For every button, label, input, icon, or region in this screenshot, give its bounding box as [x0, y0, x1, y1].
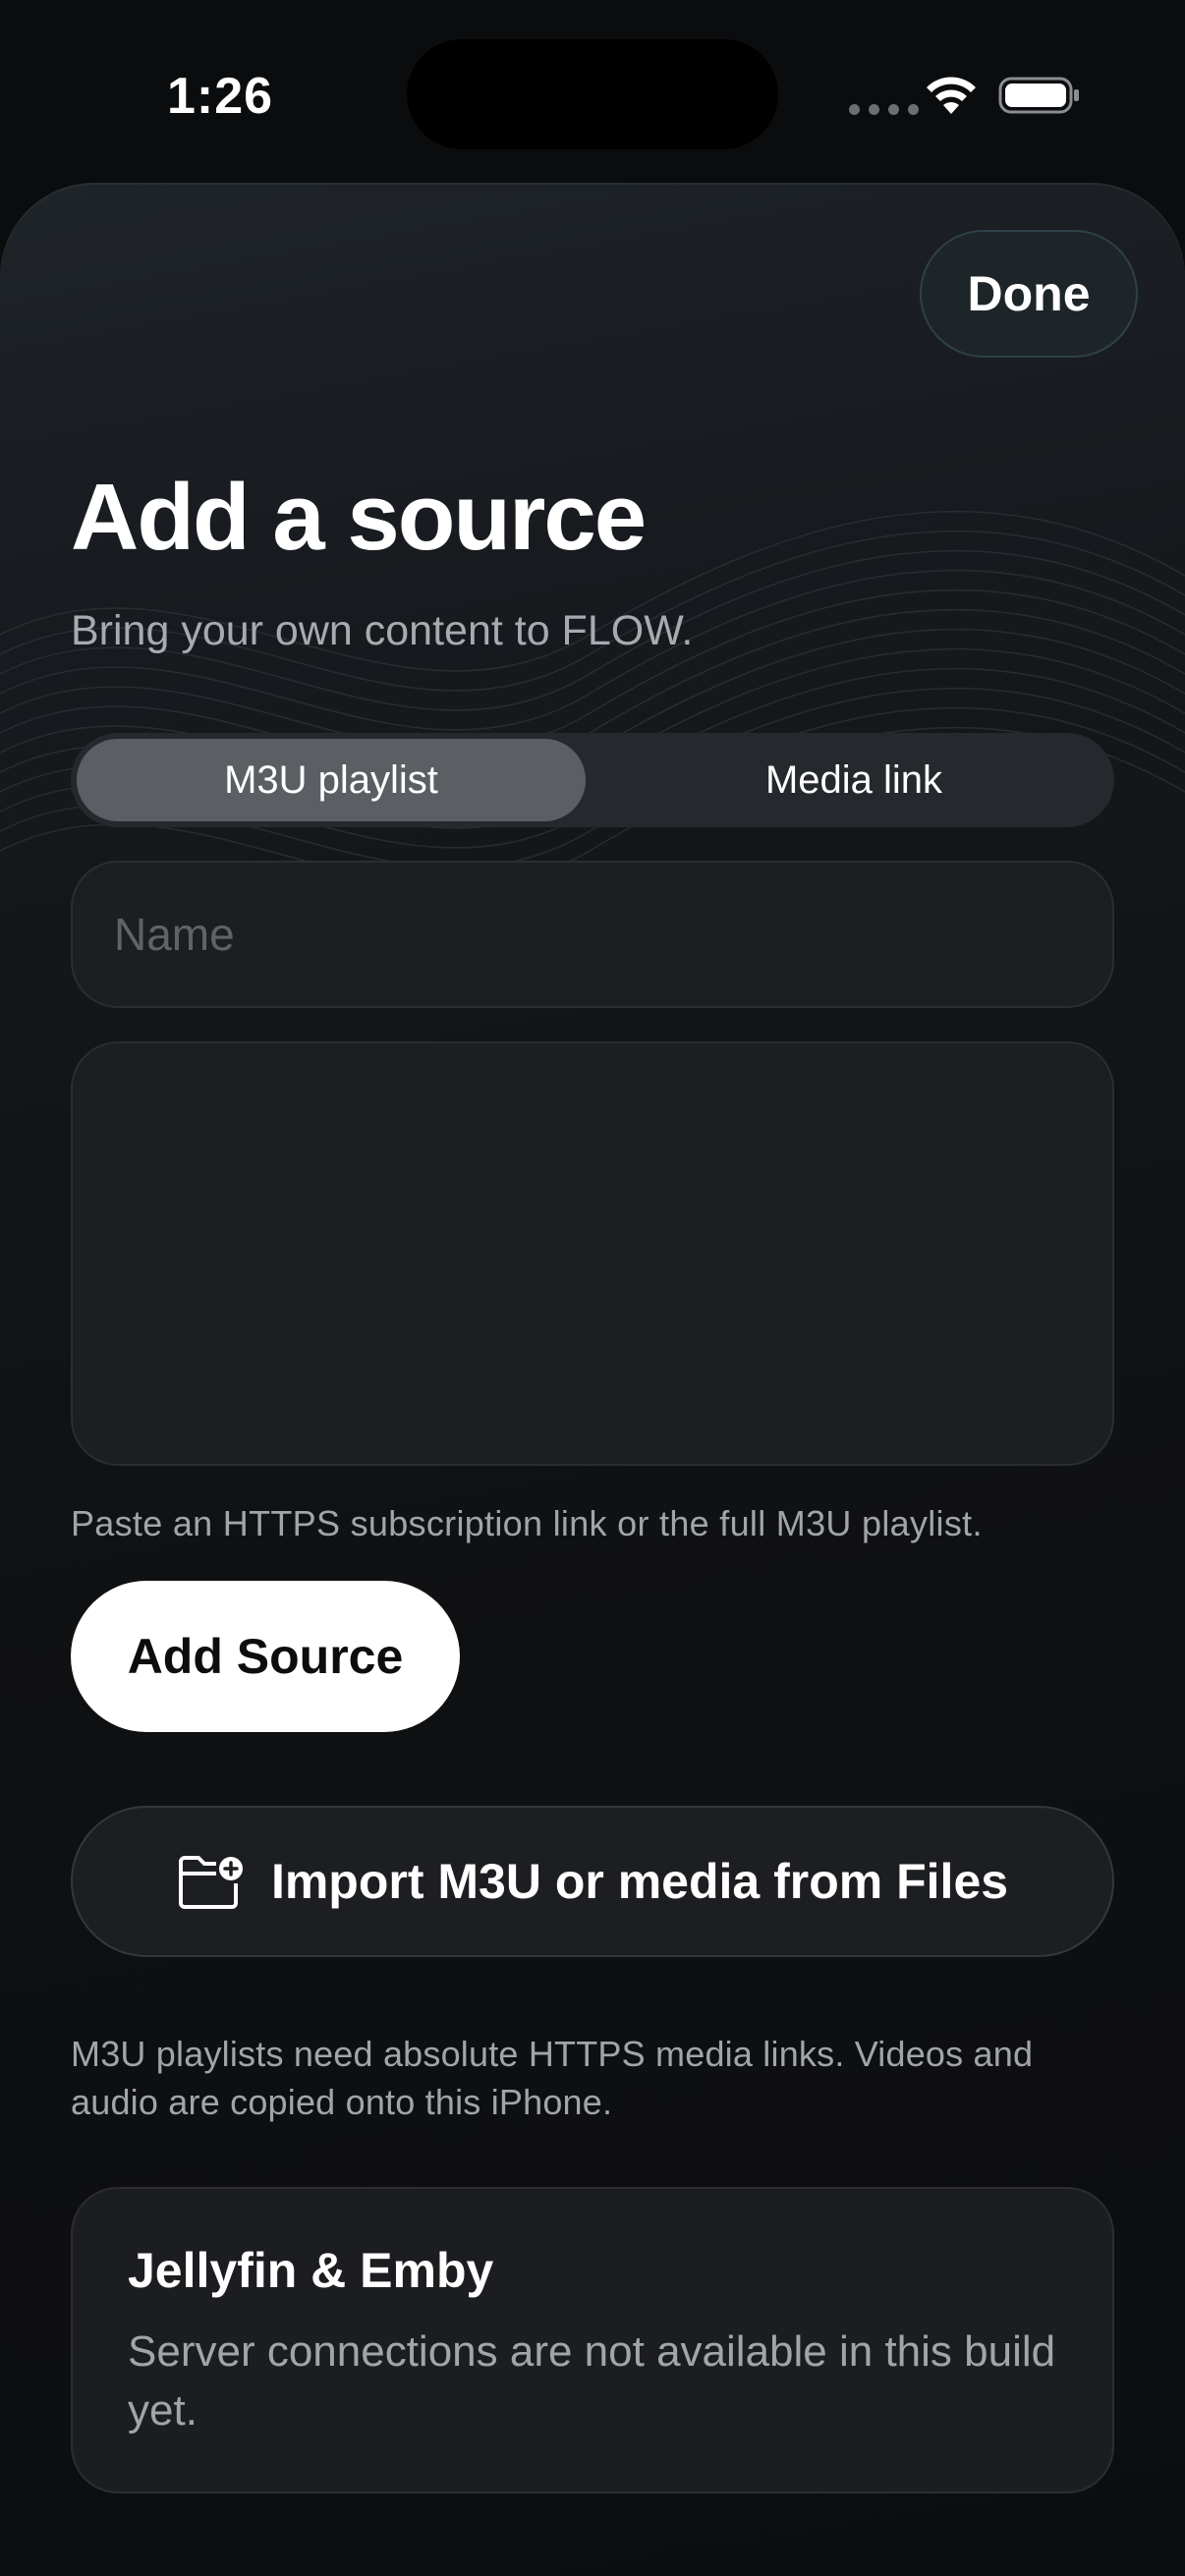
playlist-url-textarea[interactable] [71, 1041, 1114, 1466]
page-title: Add a source [71, 465, 647, 570]
jellyfin-emby-card: Jellyfin & Emby Server connections are n… [71, 2187, 1114, 2493]
wifi-icon [927, 77, 976, 114]
folder-plus-icon [178, 1856, 243, 1909]
add-source-button[interactable]: Add Source [71, 1581, 460, 1732]
screen: 1:26 Done Add a source Bring your own co… [0, 0, 1185, 2576]
done-button[interactable]: Done [920, 230, 1138, 358]
import-from-files-button[interactable]: Import M3U or media from Files [71, 1806, 1114, 1957]
status-bar: 1:26 [0, 0, 1185, 187]
dynamic-island [407, 39, 778, 149]
status-time: 1:26 [167, 68, 274, 125]
add-source-sheet: Done Add a source Bring your own content… [0, 183, 1185, 2576]
playlist-hint: Paste an HTTPS subscription link or the … [71, 1503, 983, 1543]
cellular-signal-icon [849, 104, 919, 115]
m3u-requirements-note: M3U playlists need absolute HTTPS media … [71, 2034, 1034, 2122]
source-type-segmented-control: M3U playlist Media link [71, 733, 1114, 827]
card-body: Server connections are not available in … [128, 2327, 1056, 2435]
name-input[interactable]: Name [71, 861, 1114, 1008]
battery-icon [998, 77, 1079, 114]
segment-media-link[interactable]: Media link [599, 739, 1108, 821]
page-subtitle: Bring your own content to FLOW. [71, 607, 694, 654]
import-button-label: Import M3U or media from Files [270, 1854, 1009, 1909]
card-title: Jellyfin & Emby [128, 2243, 494, 2298]
segment-m3u-playlist[interactable]: M3U playlist [77, 739, 586, 821]
